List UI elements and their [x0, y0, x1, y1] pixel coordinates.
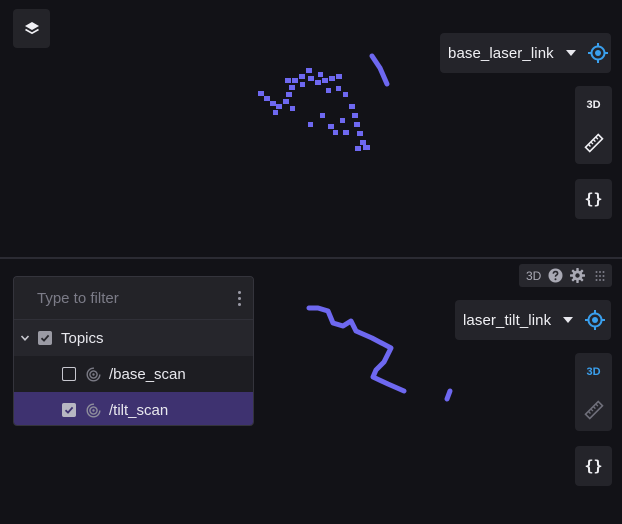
topics-root-row[interactable]: Topics — [14, 320, 253, 356]
frame-select-label: base_laser_link — [448, 44, 554, 62]
settings-json-button[interactable]: {} — [575, 446, 612, 486]
follow-frame-select[interactable]: laser_tilt_link — [455, 300, 611, 340]
topic-label-tilt-scan: /tilt_scan — [109, 401, 169, 419]
help-icon[interactable] — [548, 268, 563, 283]
topic-checkbox-base-scan[interactable] — [62, 367, 76, 381]
drag-handle-icon[interactable] — [592, 268, 607, 283]
crosshair-icon[interactable] — [585, 309, 606, 331]
ruler-icon — [583, 400, 604, 420]
laser-scan-icon — [85, 402, 101, 418]
topic-row-tilt-scan[interactable]: /tilt_scan — [14, 392, 253, 425]
topics-root-label: Topics — [61, 329, 104, 347]
frame-select-label: laser_tilt_link — [463, 311, 552, 329]
panel-toolbar: 3D — [519, 264, 612, 287]
topic-row-base-scan[interactable]: /base_scan — [14, 356, 253, 392]
topic-label-base-scan: /base_scan — [109, 365, 186, 383]
bottom-3d-panel[interactable]: 3D Type to filter Topics /base_scan /til… — [0, 259, 622, 524]
gear-icon[interactable] — [570, 268, 586, 283]
panel-3d-label: 3D — [526, 268, 542, 283]
toggle-3d-button[interactable]: 3D — [575, 86, 612, 124]
chevron-down-icon[interactable] — [19, 332, 31, 344]
topics-root-checkbox[interactable] — [38, 331, 52, 345]
measure-button[interactable] — [575, 124, 612, 162]
topics-panel: Topics /base_scan — [13, 276, 254, 426]
toggle-3d-label: 3D — [586, 366, 601, 378]
laser-scan-icon — [85, 366, 101, 382]
layers-icon — [24, 21, 39, 34]
filter-bar — [14, 277, 253, 320]
crosshair-icon[interactable] — [587, 42, 608, 64]
measure-button[interactable] — [575, 391, 612, 429]
chevron-down-icon — [565, 50, 576, 56]
chevron-down-icon — [563, 317, 574, 323]
topic-checkbox-tilt-scan[interactable] — [62, 403, 76, 417]
layers-button[interactable] — [13, 9, 50, 48]
view-tools: 3D — [575, 353, 612, 431]
more-vertical-icon[interactable] — [238, 288, 241, 308]
settings-json-button[interactable]: {} — [575, 179, 612, 219]
follow-frame-select[interactable]: base_laser_link — [440, 33, 611, 73]
filter-input[interactable] — [35, 288, 238, 308]
ruler-icon — [583, 133, 604, 153]
braces-icon: {} — [584, 457, 603, 475]
top-3d-panel[interactable]: base_laser_link 3D {} — [0, 0, 622, 257]
toggle-3d-label: 3D — [586, 99, 601, 111]
toggle-3d-button[interactable]: 3D — [575, 353, 612, 391]
view-tools: 3D — [575, 86, 612, 164]
braces-icon: {} — [584, 190, 603, 208]
